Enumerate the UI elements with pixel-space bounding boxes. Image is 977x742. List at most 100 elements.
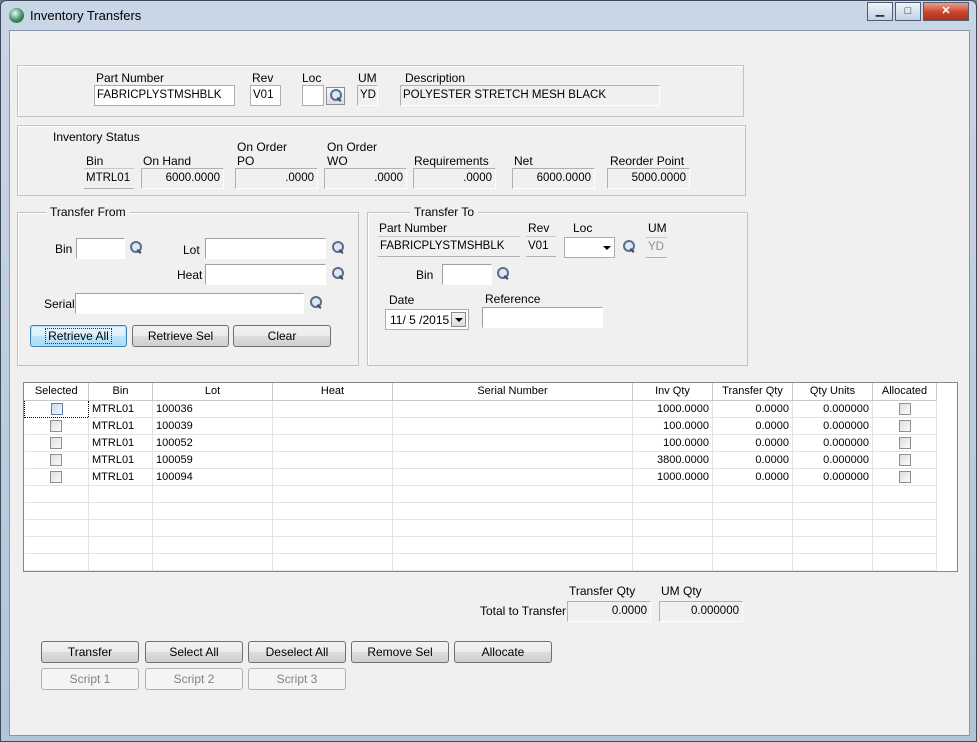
transfer-qty-cell[interactable]: 0.0000 [712, 468, 793, 486]
table-row[interactable]: MTRL01 100039 100.0000 0.0000 0.000000 [24, 417, 937, 435]
heat-cell[interactable] [272, 400, 393, 418]
qty-units-cell[interactable]: 0.000000 [792, 400, 873, 418]
rev-field[interactable]: V01 [250, 85, 281, 106]
from-bin-search-icon[interactable] [128, 240, 144, 256]
qty-units-cell[interactable]: 0.000000 [792, 468, 873, 486]
script-3-button[interactable]: Script 3 [248, 668, 346, 690]
from-serial-field[interactable] [75, 293, 304, 314]
to-part-number-field[interactable]: FABRICPLYSTMSHBLK [378, 236, 520, 257]
table-row[interactable]: MTRL01 100036 1000.0000 0.0000 0.000000 [24, 399, 937, 418]
close-button[interactable]: ✕ [923, 2, 969, 21]
serial-cell[interactable] [392, 417, 633, 435]
selected-checkbox[interactable] [50, 453, 63, 466]
calendar-dropdown-icon[interactable] [451, 312, 466, 327]
table-row[interactable]: MTRL01 100094 1000.0000 0.0000 0.000000 [24, 468, 937, 486]
allocated-checkbox[interactable] [898, 436, 911, 449]
bin-cell[interactable]: MTRL01 [88, 434, 153, 452]
heat-cell[interactable] [272, 417, 393, 435]
loc-field[interactable] [302, 85, 324, 106]
column-header[interactable]: Qty Units [792, 383, 873, 401]
lot-cell[interactable]: 100094 [152, 468, 273, 486]
part-number-field[interactable]: FABRICPLYSTMSHBLK [94, 85, 235, 106]
to-rev-field[interactable]: V01 [526, 236, 556, 257]
from-lot-search-icon[interactable] [330, 240, 346, 256]
column-header[interactable]: Transfer Qty [712, 383, 793, 401]
from-heat-field[interactable] [205, 264, 326, 285]
inv-qty-cell[interactable]: 1000.0000 [632, 468, 713, 486]
column-header[interactable]: Bin [88, 383, 153, 401]
transfer-button[interactable]: Transfer [41, 641, 139, 663]
select-all-button[interactable]: Select All [145, 641, 243, 663]
qty-units-cell[interactable]: 0.000000 [792, 417, 873, 435]
deselect-all-button[interactable]: Deselect All [248, 641, 346, 663]
from-heat-search-icon[interactable] [330, 266, 346, 282]
minimize-button[interactable]: ▁ [867, 2, 893, 21]
allocated-checkbox[interactable] [898, 402, 911, 415]
column-header[interactable]: Selected [24, 383, 89, 401]
qty-units-cell[interactable]: 0.000000 [792, 434, 873, 452]
table-row[interactable]: MTRL01 100059 3800.0000 0.0000 0.000000 [24, 451, 937, 469]
selected-cell[interactable] [24, 468, 89, 486]
reference-field[interactable] [482, 307, 603, 328]
column-header[interactable]: Serial Number [392, 383, 633, 401]
lot-cell[interactable]: 100052 [152, 434, 273, 452]
heat-cell[interactable] [272, 468, 393, 486]
bin-cell[interactable]: MTRL01 [88, 400, 153, 418]
script-1-button[interactable]: Script 1 [41, 668, 139, 690]
lot-cell[interactable]: 100039 [152, 417, 273, 435]
from-serial-search-icon[interactable] [308, 295, 324, 311]
bin-cell[interactable]: MTRL01 [88, 468, 153, 486]
heat-cell[interactable] [272, 451, 393, 469]
from-bin-field[interactable] [76, 238, 125, 259]
allocate-button[interactable]: Allocate [454, 641, 552, 663]
lot-grid[interactable]: Selected Bin Lot Heat Serial Number Inv Qty Tr… [23, 382, 958, 572]
allocated-cell[interactable] [872, 451, 937, 469]
transfer-qty-cell[interactable]: 0.0000 [712, 400, 793, 418]
maximize-button[interactable]: □ [895, 2, 921, 21]
allocated-cell[interactable] [872, 468, 937, 486]
table-row[interactable]: MTRL01 100052 100.0000 0.0000 0.000000 [24, 434, 937, 452]
allocated-cell[interactable] [872, 434, 937, 452]
lot-cell[interactable]: 100036 [152, 400, 273, 418]
clear-button[interactable]: Clear [233, 325, 331, 347]
from-lot-field[interactable] [205, 238, 326, 259]
inv-qty-cell[interactable]: 3800.0000 [632, 451, 713, 469]
to-loc-search-icon[interactable] [621, 239, 637, 255]
serial-cell[interactable] [392, 434, 633, 452]
selected-cell[interactable] [24, 451, 89, 469]
serial-cell[interactable] [392, 468, 633, 486]
inv-qty-cell[interactable]: 100.0000 [632, 434, 713, 452]
retrieve-sel-button[interactable]: Retrieve Sel [132, 325, 229, 347]
allocated-checkbox[interactable] [898, 470, 911, 483]
to-bin-field[interactable] [442, 264, 492, 285]
bin-cell[interactable]: MTRL01 [88, 417, 153, 435]
selected-checkbox[interactable] [50, 402, 63, 415]
bin-cell[interactable]: MTRL01 [88, 451, 153, 469]
transfer-qty-cell[interactable]: 0.0000 [712, 417, 793, 435]
loc-lookup-button[interactable] [326, 87, 345, 105]
heat-cell[interactable] [272, 434, 393, 452]
serial-cell[interactable] [392, 451, 633, 469]
transfer-qty-cell[interactable]: 0.0000 [712, 451, 793, 469]
column-header[interactable]: Inv Qty [632, 383, 713, 401]
to-bin-search-icon[interactable] [495, 266, 511, 282]
selected-cell[interactable] [24, 399, 89, 418]
selected-cell[interactable] [24, 434, 89, 452]
selected-checkbox[interactable] [50, 419, 63, 432]
column-header[interactable]: Heat [272, 383, 393, 401]
selected-checkbox[interactable] [50, 470, 63, 483]
allocated-checkbox[interactable] [898, 419, 911, 432]
retrieve-all-button[interactable]: Retrieve All [30, 325, 127, 347]
inv-qty-cell[interactable]: 100.0000 [632, 417, 713, 435]
remove-sel-button[interactable]: Remove Sel [351, 641, 449, 663]
lot-cell[interactable]: 100059 [152, 451, 273, 469]
column-header[interactable]: Lot [152, 383, 273, 401]
to-loc-dropdown[interactable] [564, 237, 615, 258]
selected-cell[interactable] [24, 417, 89, 435]
allocated-cell[interactable] [872, 417, 937, 435]
transfer-qty-cell[interactable]: 0.0000 [712, 434, 793, 452]
script-2-button[interactable]: Script 2 [145, 668, 243, 690]
selected-checkbox[interactable] [50, 436, 63, 449]
qty-units-cell[interactable]: 0.000000 [792, 451, 873, 469]
date-picker[interactable]: 11/ 5 /2015 [385, 309, 469, 330]
